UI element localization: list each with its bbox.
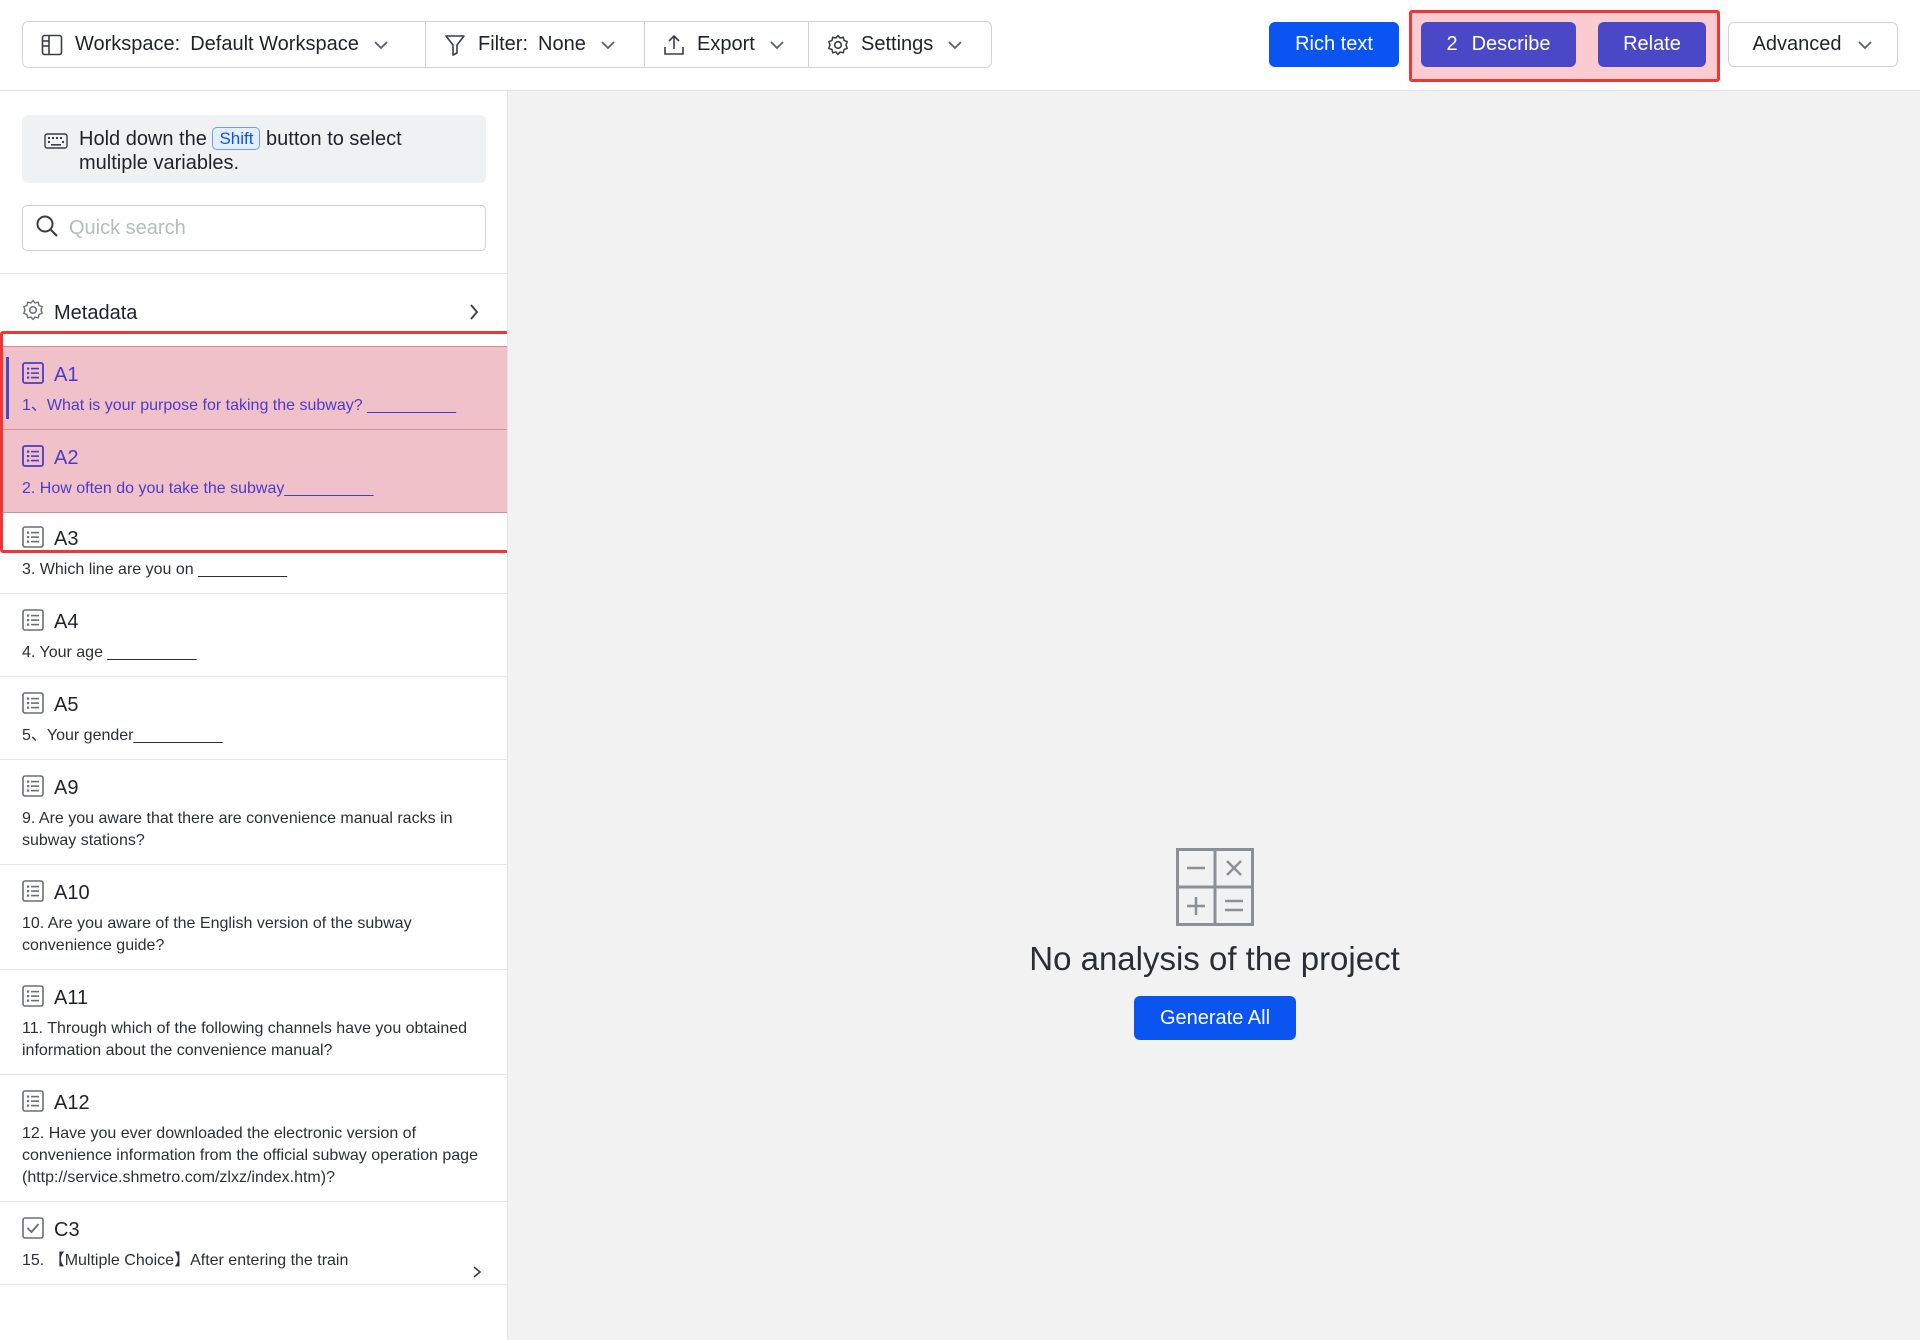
advanced-label: Advanced bbox=[1752, 33, 1842, 55]
metadata-row[interactable]: Metadata bbox=[0, 291, 507, 335]
variable-code: A12 bbox=[54, 1091, 90, 1114]
chevron-right-icon bbox=[468, 303, 480, 327]
shift-key-badge: Shift bbox=[212, 127, 261, 150]
list-icon bbox=[22, 774, 44, 802]
chevron-down-icon bbox=[600, 40, 616, 50]
divider bbox=[0, 273, 507, 274]
list-icon bbox=[22, 444, 44, 472]
list-item[interactable]: A2 2. How often do you take the subway__… bbox=[0, 430, 507, 513]
list-icon bbox=[22, 691, 44, 719]
analysis-area bbox=[509, 91, 1920, 1340]
variable-description: 11. Through which of the following chann… bbox=[22, 1020, 468, 1059]
list-icon bbox=[22, 361, 44, 389]
list-item[interactable]: A9 9. Are you aware that there are conve… bbox=[0, 760, 507, 865]
settings-label: Settings bbox=[861, 33, 934, 55]
filter-value: None bbox=[538, 33, 586, 55]
relate-button[interactable]: Relate bbox=[1598, 22, 1706, 67]
workspace-icon bbox=[41, 34, 63, 56]
variable-description: 5、Your gender__________ bbox=[22, 727, 223, 744]
variable-code: A4 bbox=[54, 610, 79, 633]
chevron-down-icon bbox=[947, 40, 963, 50]
settings-dropdown[interactable]: Settings bbox=[809, 22, 991, 67]
calculator-icon bbox=[1176, 848, 1254, 931]
variable-code: C3 bbox=[54, 1218, 80, 1241]
search-icon bbox=[35, 214, 59, 243]
search-input[interactable] bbox=[69, 216, 469, 240]
variable-description: 12. Have you ever downloaded the electro… bbox=[22, 1125, 478, 1186]
variable-description: 10. Are you aware of the English version… bbox=[22, 915, 412, 954]
filter-dropdown[interactable]: Filter: None bbox=[426, 22, 645, 67]
hint-prefix: Hold down the bbox=[79, 128, 207, 150]
list-icon bbox=[22, 525, 44, 553]
list-item[interactable]: A5 5、Your gender__________ bbox=[0, 677, 507, 760]
list-item[interactable]: A12 12. Have you ever downloaded the ele… bbox=[0, 1075, 507, 1202]
list-item[interactable]: C3 15. 【Multiple Choice】After entering t… bbox=[0, 1202, 507, 1285]
gear-icon bbox=[827, 34, 849, 56]
toolbar-dropdown-group: Workspace: Default Workspace Filter: Non… bbox=[22, 21, 992, 68]
variable-description: 4. Your age __________ bbox=[22, 644, 197, 661]
list-item[interactable]: A11 11. Through which of the following c… bbox=[0, 970, 507, 1075]
rich-text-button[interactable]: Rich text bbox=[1269, 22, 1399, 67]
filter-label: Filter: bbox=[478, 33, 528, 55]
variable-description: 1、What is your purpose for taking the su… bbox=[22, 397, 457, 414]
variable-code: A9 bbox=[54, 776, 79, 799]
chevron-down-icon bbox=[373, 40, 389, 50]
generate-all-button[interactable]: Generate All bbox=[1134, 996, 1296, 1040]
export-label: Export bbox=[697, 33, 755, 55]
list-item[interactable]: A1 1、What is your purpose for taking the… bbox=[0, 346, 507, 430]
variable-code: A11 bbox=[54, 986, 89, 1009]
list-icon bbox=[22, 1089, 44, 1117]
checkbox-icon bbox=[22, 1216, 44, 1244]
variable-sidebar: Hold down the Shift button to select mul… bbox=[0, 91, 508, 1340]
keyboard-icon bbox=[44, 131, 68, 155]
variable-description: 2. How often do you take the subway_____… bbox=[22, 480, 374, 497]
workspace-dropdown[interactable]: Workspace: Default Workspace bbox=[23, 22, 426, 67]
workspace-label: Workspace: bbox=[75, 33, 181, 55]
filter-icon bbox=[444, 34, 466, 56]
list-icon bbox=[22, 879, 44, 907]
list-item[interactable]: A10 10. Are you aware of the English ver… bbox=[0, 865, 507, 970]
empty-state-title: No analysis of the project bbox=[1029, 940, 1400, 977]
variable-code: A5 bbox=[54, 693, 79, 716]
shift-hint: Hold down the Shift button to select mul… bbox=[22, 115, 486, 183]
describe-count-badge: 2 bbox=[1446, 33, 1458, 55]
list-item[interactable]: A3 3. Which line are you on __________ bbox=[0, 513, 507, 594]
list-icon bbox=[22, 608, 44, 636]
variable-code: A3 bbox=[54, 527, 79, 550]
variable-code: A2 bbox=[54, 446, 79, 469]
chevron-down-icon bbox=[1857, 40, 1873, 50]
quick-search[interactable] bbox=[22, 205, 486, 251]
variable-description: 9. Are you aware that there are convenie… bbox=[22, 810, 453, 849]
variable-code: A10 bbox=[54, 881, 90, 904]
export-icon bbox=[663, 34, 685, 56]
metadata-label: Metadata bbox=[54, 301, 138, 324]
export-dropdown[interactable]: Export bbox=[645, 22, 809, 67]
list-item[interactable]: A4 4. Your age __________ bbox=[0, 594, 507, 677]
chevron-right-icon bbox=[472, 1265, 482, 1284]
chevron-down-icon bbox=[769, 40, 785, 50]
describe-label: Describe bbox=[1471, 33, 1551, 55]
toolbar: Workspace: Default Workspace Filter: Non… bbox=[0, 0, 1920, 91]
list-icon bbox=[22, 984, 44, 1012]
workspace-value: Default Workspace bbox=[190, 33, 359, 55]
variable-code: A1 bbox=[54, 363, 79, 386]
variable-list: A1 1、What is your purpose for taking the… bbox=[0, 346, 507, 1285]
variable-description: 15. 【Multiple Choice】After entering the … bbox=[22, 1252, 349, 1269]
variable-description: 3. Which line are you on __________ bbox=[22, 561, 288, 578]
describe-button[interactable]: 2 Describe bbox=[1421, 22, 1576, 67]
gear-icon bbox=[22, 299, 44, 327]
advanced-dropdown[interactable]: Advanced bbox=[1728, 22, 1898, 67]
